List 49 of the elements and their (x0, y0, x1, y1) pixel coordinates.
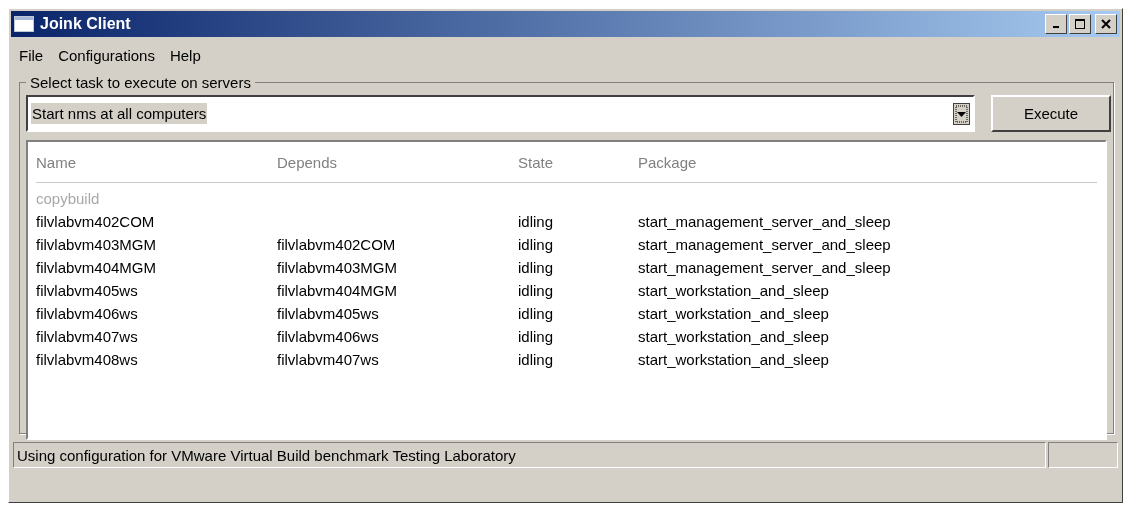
table-cell: filvlabvm405ws (36, 282, 138, 299)
table-cell: idling (518, 213, 554, 230)
table-cell: start_workstation_and_sleep (638, 282, 829, 299)
table-cell: start_workstation_and_sleep (638, 305, 829, 322)
menu-item[interactable]: Configurations (58, 47, 155, 64)
table-cell: filvlabvm406ws (36, 305, 138, 322)
column-header[interactable]: Package (638, 153, 1038, 171)
table-cell: filvlabvm404MGM (36, 259, 157, 276)
task-dropdown[interactable]: Start nms at all computers (26, 95, 975, 132)
table-cell: filvlabvm407ws (36, 328, 138, 345)
table-cell: filvlabvm403MGM (36, 236, 157, 253)
menu-item[interactable]: Help (169, 47, 201, 64)
table-cell: filvlabvm407ws (277, 351, 379, 368)
column-header[interactable]: State (518, 153, 638, 171)
group-label: Select task to execute on servers (29, 74, 252, 91)
table-cell: copybuild (36, 190, 100, 207)
maximize-icon (1075, 19, 1085, 29)
table-cell: idling (518, 328, 554, 345)
table-cell: filvlabvm408ws (36, 351, 138, 368)
close-button[interactable] (1095, 14, 1117, 34)
column-header[interactable]: Name (36, 153, 277, 171)
maximize-button[interactable] (1069, 14, 1091, 34)
table-cell: start_management_server_and_sleep (638, 213, 891, 230)
table-cell: filvlabvm406ws (277, 328, 379, 345)
table-cell: filvlabvm402COM (36, 213, 155, 230)
close-icon (1101, 19, 1111, 29)
menu-item[interactable]: File (19, 47, 44, 64)
status-text: Using configuration for VMware Virtual Build benchmark Testing Laboratory (13, 442, 1046, 468)
status-panel (1048, 442, 1118, 468)
execute-button[interactable]: Execute (991, 95, 1111, 132)
window-icon (14, 16, 34, 32)
table-cell: start_management_server_and_sleep (638, 259, 891, 276)
table-cell: idling (518, 236, 554, 253)
table-cell: idling (518, 351, 554, 368)
table-cell: filvlabvm404MGM (277, 282, 398, 299)
column-header[interactable]: Depends (277, 153, 518, 171)
table-cell: idling (518, 259, 554, 276)
window-title: Joink Client (40, 15, 131, 33)
table-cell: idling (518, 305, 554, 322)
table-cell: filvlabvm402COM (277, 236, 396, 253)
table-cell: start_workstation_and_sleep (638, 351, 829, 368)
table-cell: idling (518, 282, 554, 299)
minimize-icon (1053, 26, 1059, 28)
table-cell: filvlabvm403MGM (277, 259, 398, 276)
table-cell: filvlabvm405ws (277, 305, 379, 322)
minimize-button[interactable] (1045, 14, 1067, 34)
dropdown-arrow-icon[interactable] (953, 102, 970, 125)
table-cell: start_management_server_and_sleep (638, 236, 891, 253)
table-cell: start_workstation_and_sleep (638, 328, 829, 345)
